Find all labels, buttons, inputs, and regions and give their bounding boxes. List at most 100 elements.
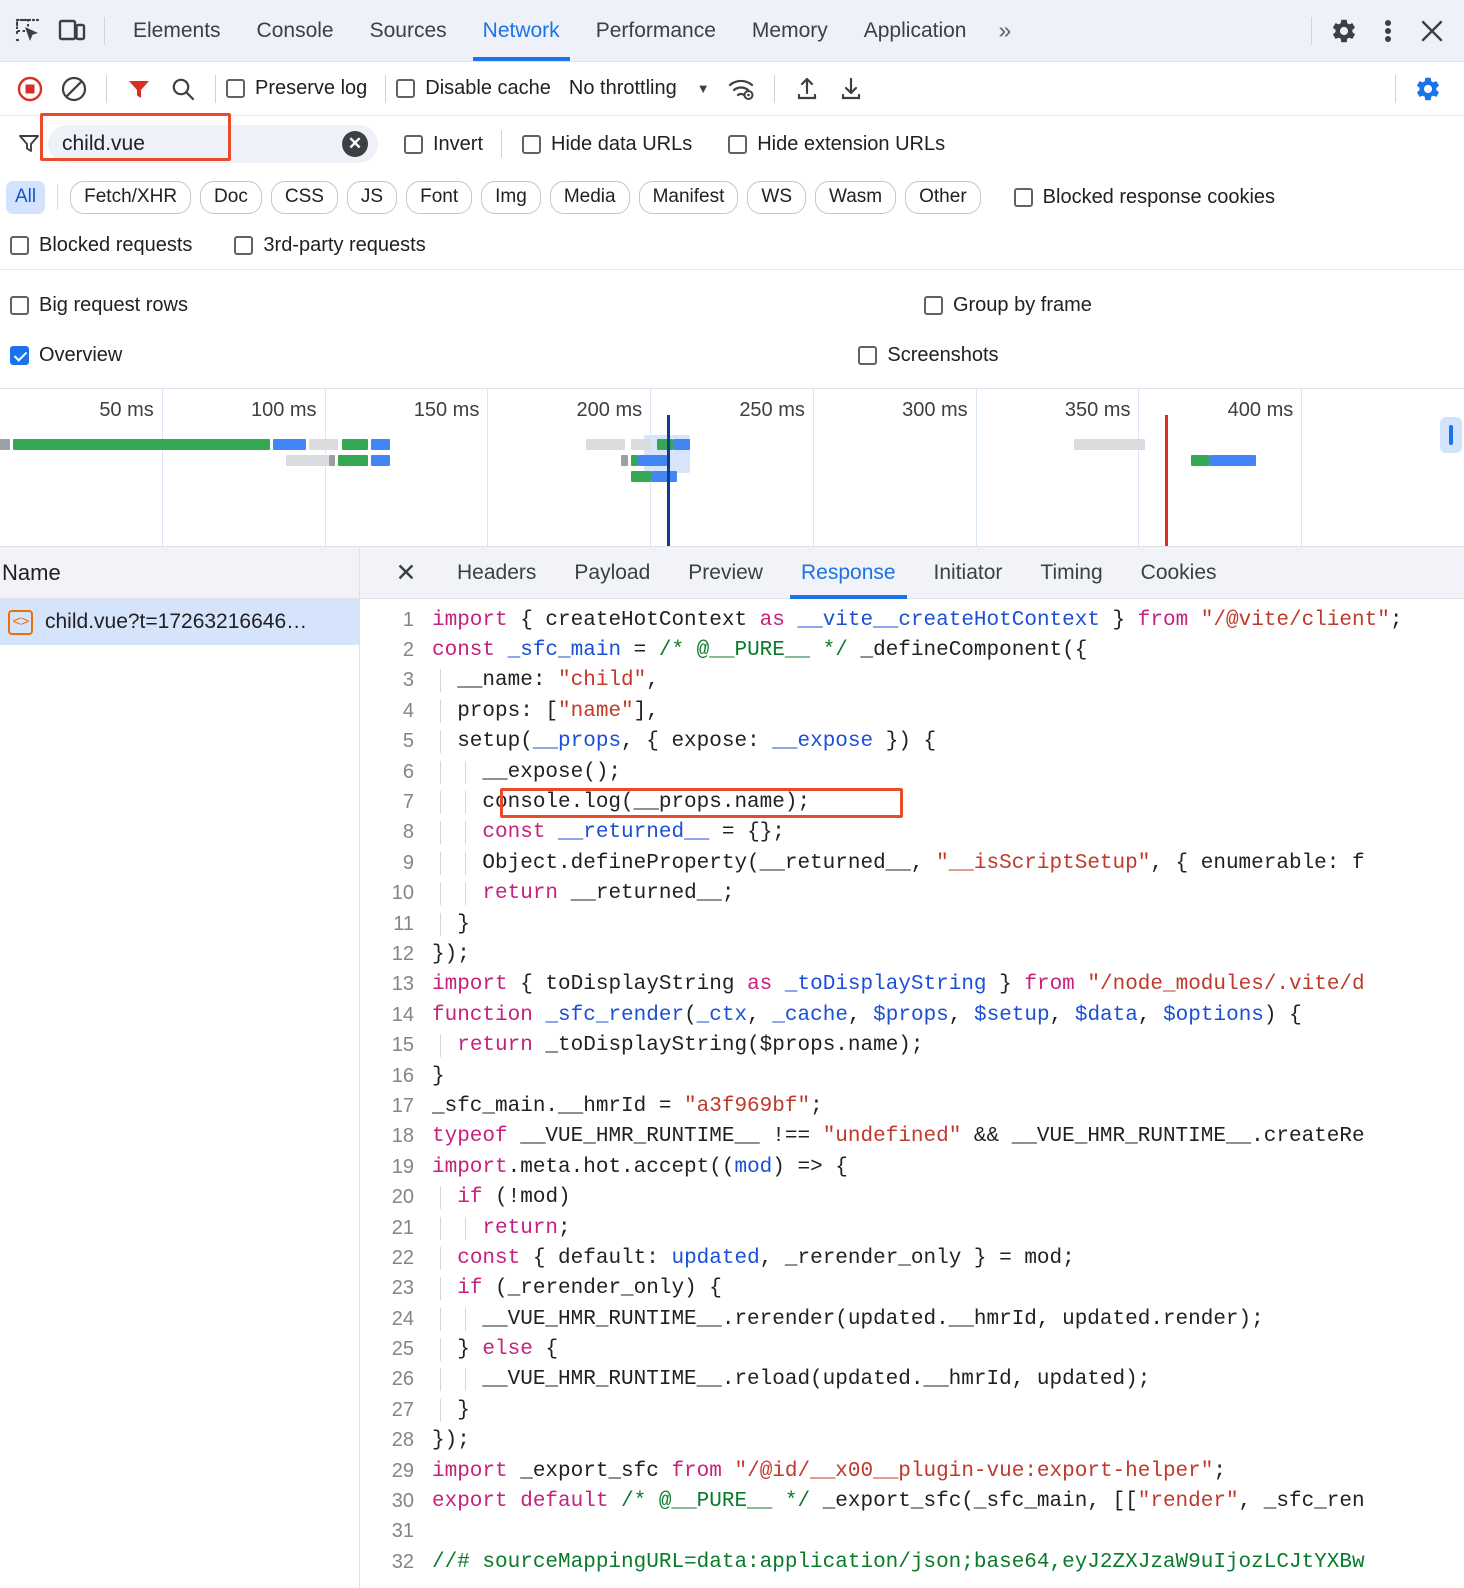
chip-manifest[interactable]: Manifest xyxy=(638,180,739,214)
detail-tabbar: ✕ Headers Payload Preview Response Initi… xyxy=(360,547,1464,599)
code-token: from xyxy=(671,1459,722,1483)
code-token: __props xyxy=(532,730,622,754)
gear-icon[interactable] xyxy=(1322,9,1366,53)
code-token: _cache xyxy=(772,1003,848,1027)
overview-box[interactable] xyxy=(10,345,29,365)
third-party-requests-checkbox[interactable]: 3rd-party requests xyxy=(234,234,426,257)
detail-tab-payload[interactable]: Payload xyxy=(555,547,669,599)
group-by-frame-checkbox[interactable]: Group by frame xyxy=(923,293,1092,317)
big-request-rows-box[interactable] xyxy=(10,295,29,315)
chip-font[interactable]: Font xyxy=(406,180,473,214)
tab-console[interactable]: Console xyxy=(239,1,352,61)
overview-grid-cell: 200 ms xyxy=(488,389,652,546)
device-toolbar-icon[interactable] xyxy=(50,9,94,53)
close-icon[interactable] xyxy=(1410,9,1454,53)
tab-memory[interactable]: Memory xyxy=(734,1,846,61)
detail-tab-headers[interactable]: Headers xyxy=(438,547,555,599)
chip-wasm[interactable]: Wasm xyxy=(815,180,897,214)
line-number: 25 xyxy=(391,1338,414,1361)
code-line: 24 __VUE_HMR_RUNTIME__.rerender(updated.… xyxy=(360,1304,1464,1334)
detail-tab-initiator[interactable]: Initiator xyxy=(915,547,1022,599)
disable-cache-box[interactable] xyxy=(396,79,416,98)
invert-box[interactable] xyxy=(404,134,423,154)
devtools-panel-tabbar: Elements Console Sources Network Perform… xyxy=(0,0,1464,62)
hide-data-urls-box[interactable] xyxy=(522,134,542,154)
blocked-response-cookies-checkbox[interactable]: Blocked response cookies xyxy=(1013,186,1275,209)
detail-tab-response[interactable]: Response xyxy=(782,547,915,599)
filter-button[interactable] xyxy=(117,67,161,111)
network-toolbar: Preserve log Disable cache No throttling… xyxy=(0,62,1464,116)
chip-ws[interactable]: WS xyxy=(747,180,806,214)
group-by-frame-label: Group by frame xyxy=(952,293,1092,316)
hide-extension-urls-box[interactable] xyxy=(728,134,748,154)
chip-all[interactable]: All xyxy=(6,180,46,214)
import-har-icon[interactable] xyxy=(785,67,829,111)
preserve-log-checkbox[interactable]: Preserve log xyxy=(226,77,367,100)
indent-guide xyxy=(440,882,441,906)
filter-input-wrap[interactable]: ✕ xyxy=(48,125,378,163)
code-text: }); xyxy=(432,943,1464,966)
code-token: const xyxy=(432,639,496,663)
indent-guide xyxy=(465,851,466,875)
network-conditions-icon[interactable] xyxy=(720,67,764,111)
search-input[interactable] xyxy=(62,132,312,156)
overview-checkbox[interactable]: Overview xyxy=(10,344,122,367)
overview-bar-segment xyxy=(621,455,628,466)
chip-other[interactable]: Other xyxy=(905,180,981,214)
clear-filter-icon[interactable]: ✕ xyxy=(342,131,368,157)
chip-fetch-xhr[interactable]: Fetch/XHR xyxy=(70,180,192,214)
chip-css[interactable]: CSS xyxy=(270,180,338,214)
hide-extension-urls-checkbox[interactable]: Hide extension URLs xyxy=(728,133,945,156)
network-settings-gear-icon[interactable] xyxy=(1406,67,1450,111)
more-tabs-icon[interactable]: » xyxy=(984,17,1022,44)
screenshots-checkbox[interactable]: Screenshots xyxy=(858,344,999,367)
throttling-dropdown[interactable]: No throttling ▼ xyxy=(569,77,710,100)
tab-network-label: Network xyxy=(482,18,560,42)
kebab-menu-icon[interactable] xyxy=(1366,9,1410,53)
big-request-rows-checkbox[interactable]: Big request rows xyxy=(10,294,188,317)
line-number: 21 xyxy=(391,1216,414,1239)
inspect-element-icon[interactable] xyxy=(6,9,50,53)
chip-media[interactable]: Media xyxy=(549,180,630,214)
blocked-requests-checkbox[interactable]: Blocked requests xyxy=(10,234,192,257)
tab-application[interactable]: Application xyxy=(846,1,985,61)
group-by-frame-box[interactable] xyxy=(923,295,943,315)
blocked-requests-box[interactable] xyxy=(10,236,29,255)
hide-data-urls-checkbox[interactable]: Hide data URLs xyxy=(522,133,692,156)
tab-performance[interactable]: Performance xyxy=(578,1,734,61)
chip-js[interactable]: JS xyxy=(346,180,398,214)
detail-tab-timing[interactable]: Timing xyxy=(1021,547,1121,599)
blocked-response-cookies-box[interactable] xyxy=(1013,187,1033,207)
preserve-log-box[interactable] xyxy=(226,79,245,98)
code-line: 25 } else { xyxy=(360,1334,1464,1364)
overview-bar-segment xyxy=(631,455,638,466)
close-detail-icon[interactable]: ✕ xyxy=(386,558,426,588)
search-button[interactable] xyxy=(161,67,205,111)
network-overview-timeline[interactable]: 50 ms 100 ms 150 ms 200 ms 250 ms 300 ms 350 m… xyxy=(0,389,1464,547)
export-har-icon[interactable] xyxy=(829,67,873,111)
clear-button[interactable] xyxy=(52,67,96,111)
response-code-viewer[interactable]: 1 import { createHotContext as __vite__cr… xyxy=(360,599,1464,1588)
indent-guide xyxy=(440,821,441,845)
record-button[interactable] xyxy=(8,67,52,111)
code-token: } xyxy=(986,973,1025,997)
filter-funnel-icon[interactable] xyxy=(10,122,48,166)
code-text: props: ["name"], xyxy=(432,699,1464,723)
tab-elements[interactable]: Elements xyxy=(115,1,239,61)
line-number: 18 xyxy=(391,1125,414,1148)
request-row[interactable]: <> child.vue?t=17263216646… xyxy=(0,599,359,645)
chip-img[interactable]: Img xyxy=(481,180,541,214)
screenshots-box[interactable] xyxy=(858,345,878,365)
code-token: } xyxy=(432,1398,470,1422)
tab-sources[interactable]: Sources xyxy=(352,1,465,61)
third-party-requests-box[interactable] xyxy=(234,236,254,255)
overview-window-handle-right[interactable] xyxy=(1440,417,1462,453)
disable-cache-checkbox[interactable]: Disable cache xyxy=(396,77,551,100)
chip-doc[interactable]: Doc xyxy=(200,180,262,214)
detail-tab-cookies[interactable]: Cookies xyxy=(1122,547,1236,599)
tab-network[interactable]: Network xyxy=(465,1,578,61)
detail-tab-preview[interactable]: Preview xyxy=(669,547,782,599)
invert-checkbox[interactable]: Invert xyxy=(404,133,483,156)
